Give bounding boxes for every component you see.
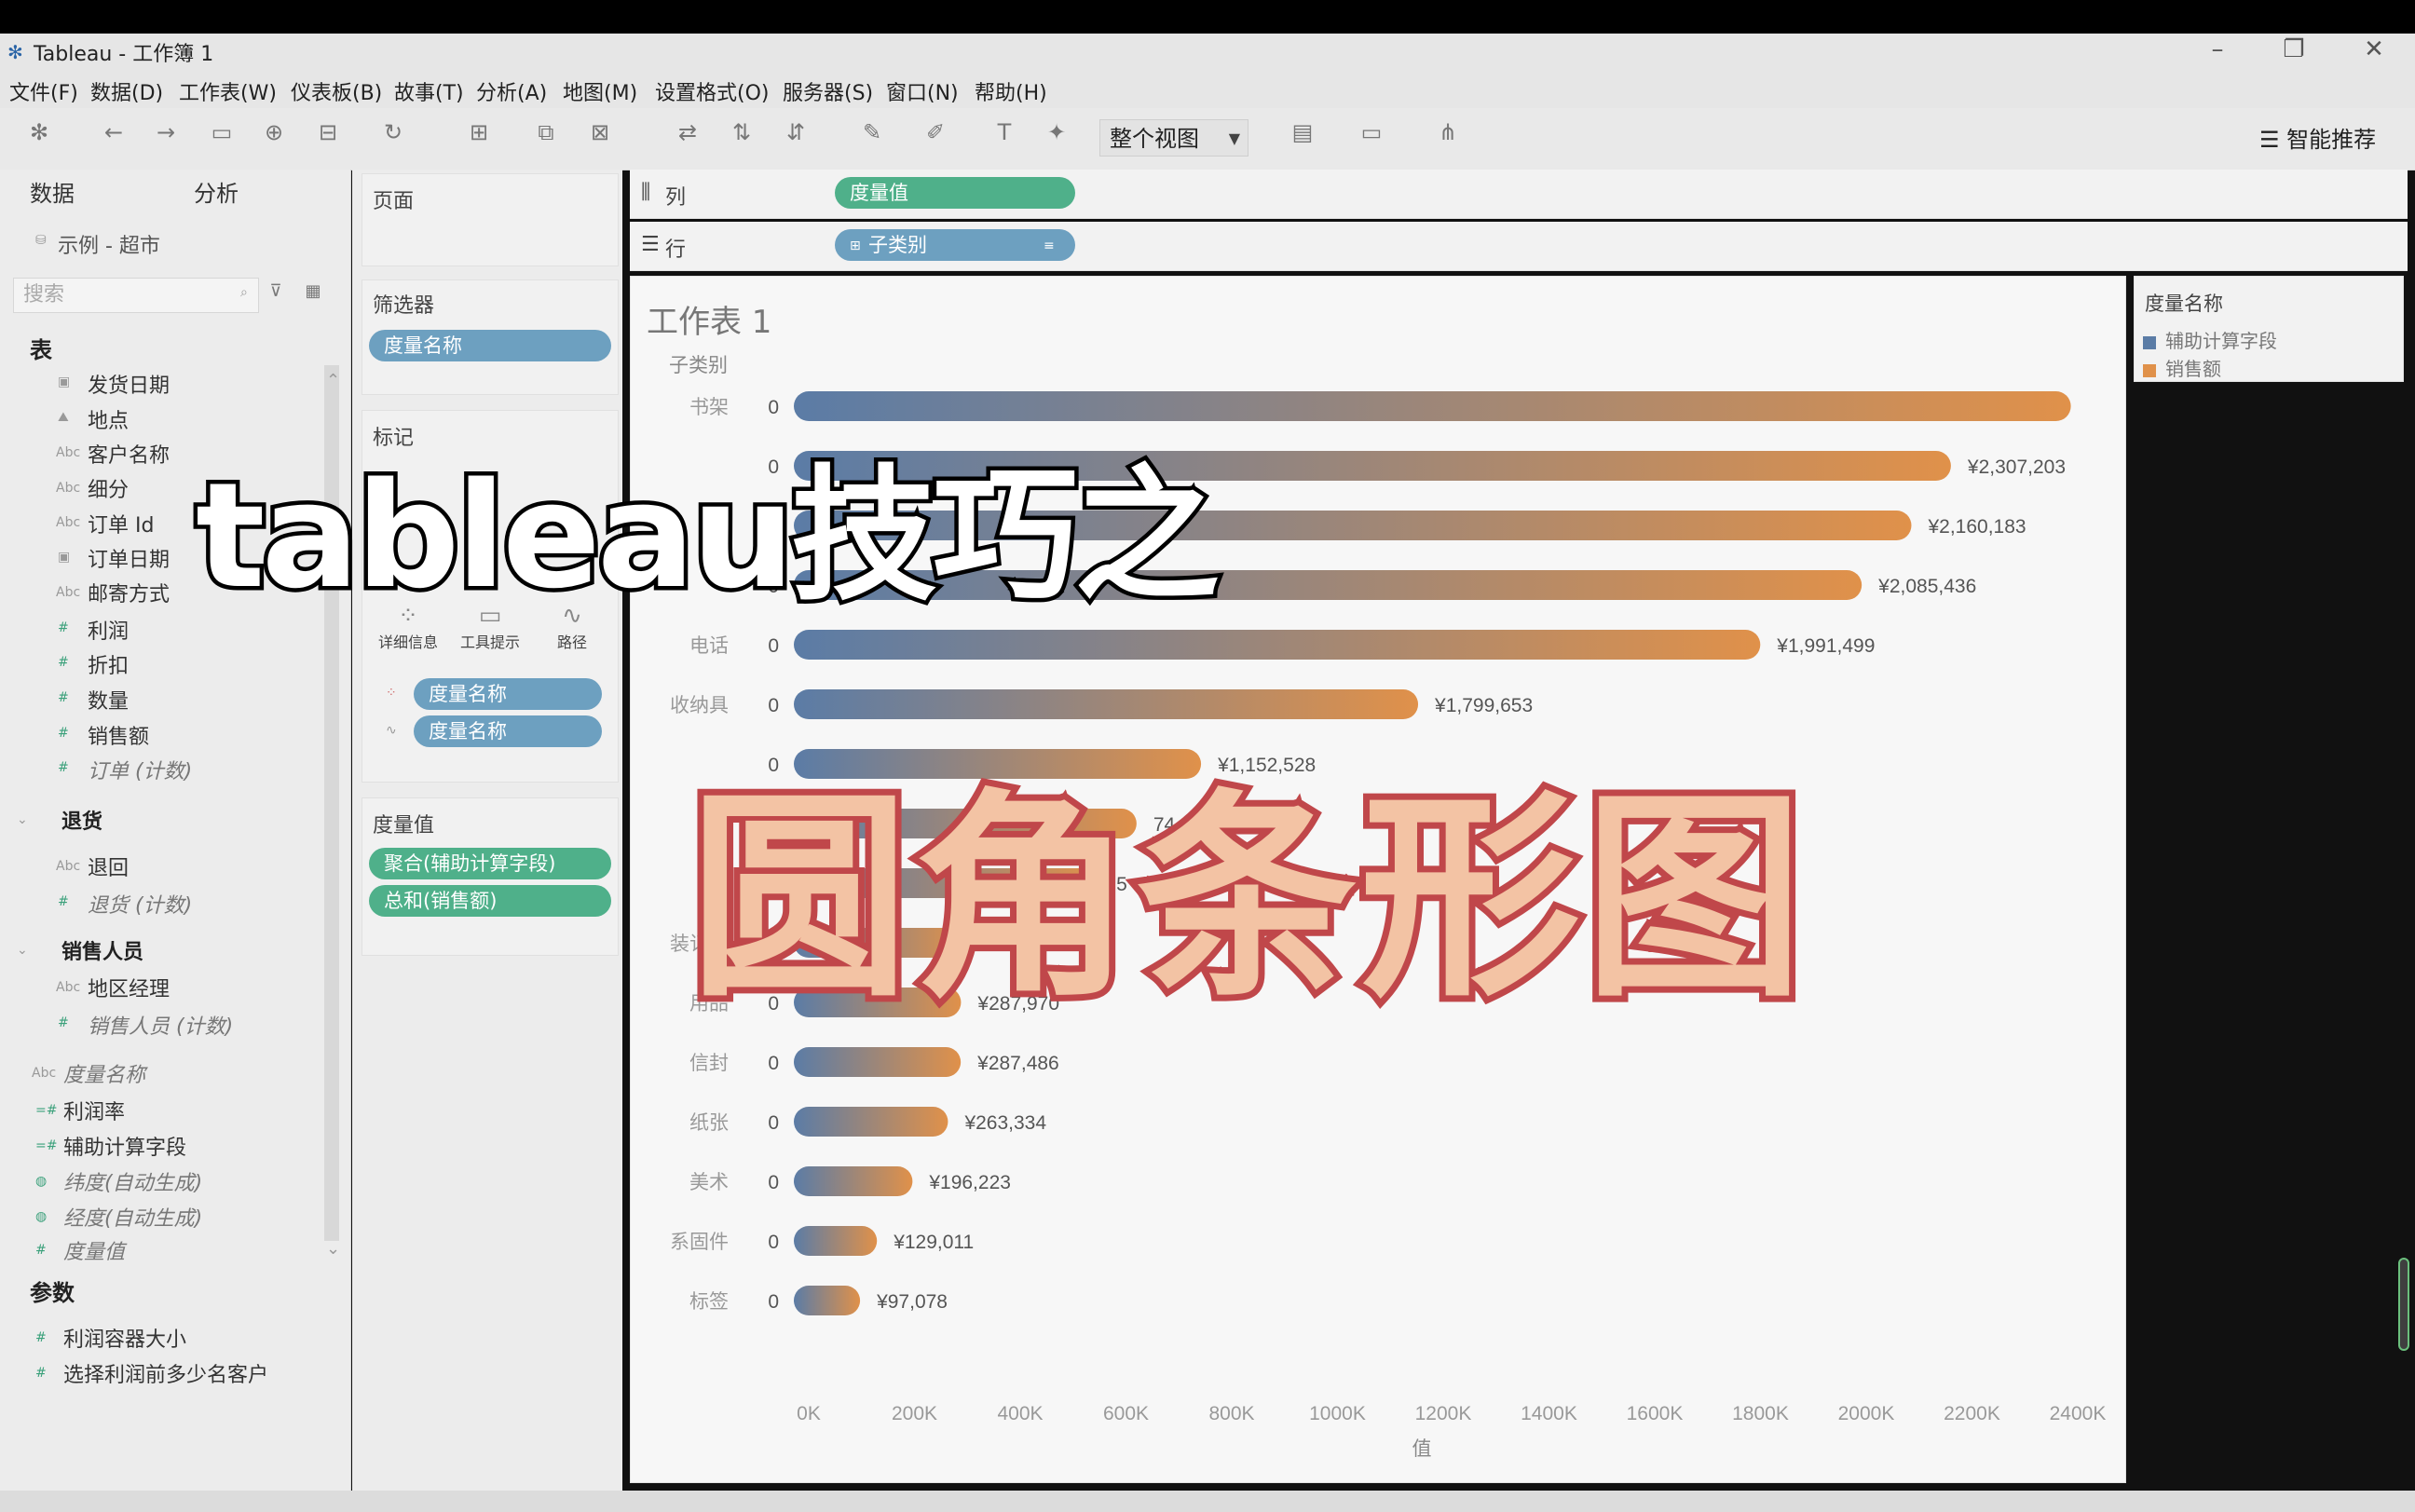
legend-swatch xyxy=(2143,363,2156,377)
x-axis-title: 值 xyxy=(1412,1437,1432,1460)
value-label: ¥1,799,653 xyxy=(1434,695,1533,716)
legend-item-sales[interactable]: 销售额 xyxy=(2143,354,2221,381)
value-label: ¥2,085,436 xyxy=(1877,576,1976,597)
x-tick-label: 1200K xyxy=(1415,1403,1472,1424)
bar xyxy=(794,1226,878,1256)
category-label: 收纳具 xyxy=(670,694,729,716)
x-tick-label: 1600K xyxy=(1627,1403,1684,1424)
x-tick-label: 2200K xyxy=(1944,1403,2000,1424)
x-tick-label: 0K xyxy=(797,1403,821,1424)
x-tick-label: 800K xyxy=(1208,1403,1254,1424)
bar xyxy=(794,630,1761,660)
x-tick-label: 1800K xyxy=(1732,1403,1789,1424)
value-label: ¥97,078 xyxy=(876,1291,948,1313)
category-label: 纸张 xyxy=(689,1111,729,1134)
value-label: ¥2,160,183 xyxy=(1927,516,2026,538)
bar xyxy=(794,1047,962,1077)
category-label: 系固件 xyxy=(670,1231,729,1253)
sheet-tabs-bar xyxy=(0,1491,2415,1512)
value-label: ¥287,486 xyxy=(976,1053,1059,1074)
category-label: 电话 xyxy=(689,634,729,657)
zero-label: 0 xyxy=(768,1053,779,1074)
category-label: 书架 xyxy=(689,396,729,418)
zero-label: 0 xyxy=(768,1172,779,1193)
zero-label: 0 xyxy=(768,1291,779,1313)
x-tick-label: 600K xyxy=(1103,1403,1149,1424)
legend-label: 辅助计算字段 xyxy=(2165,330,2277,352)
bar xyxy=(794,1107,948,1137)
x-tick-label: 1000K xyxy=(1309,1403,1366,1424)
scroll-indicator[interactable] xyxy=(2398,1258,2409,1351)
bar xyxy=(794,1286,861,1315)
value-label: ¥2,307,203 xyxy=(1967,456,2066,478)
zero-label: 0 xyxy=(768,695,779,716)
value-label: ¥196,223 xyxy=(928,1172,1011,1193)
zero-label: 0 xyxy=(768,1232,779,1253)
category-label: 信封 xyxy=(689,1052,729,1074)
legend-label: 销售额 xyxy=(2165,358,2221,380)
overlay-caption-line2: 圆角条形图 xyxy=(683,764,1810,1033)
value-label: ¥1,991,499 xyxy=(1776,635,1875,657)
legend-swatch xyxy=(2143,335,2156,349)
bar xyxy=(794,689,1419,719)
x-tick-label: 400K xyxy=(997,1403,1043,1424)
zero-label: 0 xyxy=(768,635,779,657)
value-label: ¥129,011 xyxy=(893,1232,974,1253)
x-tick-label: 2000K xyxy=(1838,1403,1895,1424)
overlay-caption-line1: tableau技巧之 xyxy=(191,447,1223,625)
x-tick-label: 2400K xyxy=(2050,1403,2107,1424)
x-tick-label: 1400K xyxy=(1521,1403,1577,1424)
zero-label: 0 xyxy=(768,397,779,418)
legend-item-helper[interactable]: 辅助计算字段 xyxy=(2143,326,2277,353)
x-tick-label: 200K xyxy=(892,1403,937,1424)
category-label: 标签 xyxy=(689,1290,729,1313)
value-label: ¥263,334 xyxy=(963,1112,1046,1134)
category-label: 美术 xyxy=(689,1171,729,1193)
zero-label: 0 xyxy=(768,1112,779,1134)
bar xyxy=(794,1166,913,1196)
legend-title: 度量名称 xyxy=(2145,293,2223,315)
